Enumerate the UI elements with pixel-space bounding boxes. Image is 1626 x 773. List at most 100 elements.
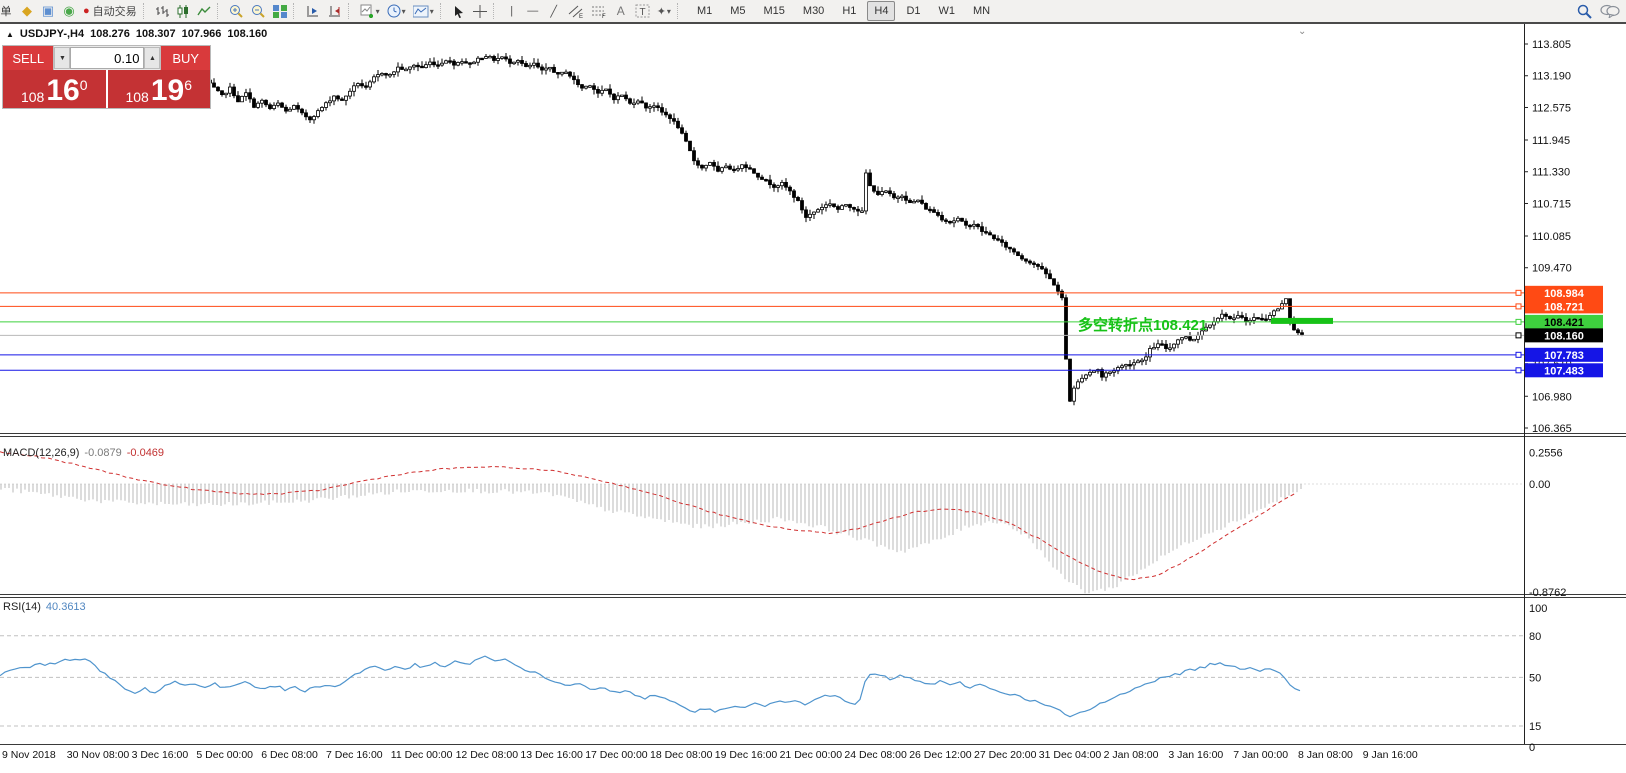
svg-text:21 Dec 00:00: 21 Dec 00:00 xyxy=(780,749,843,761)
macd-main-value: -0.0879 xyxy=(84,447,121,459)
collapse-triangle-icon[interactable]: ▲ xyxy=(6,30,14,39)
vertical-line-icon: | xyxy=(510,5,513,17)
timeframe-mn[interactable]: MN xyxy=(966,1,997,21)
text-button[interactable]: A xyxy=(611,2,631,20)
indicators-dropdown[interactable]: ▾ xyxy=(410,2,437,20)
rsi-label: RSI(14)40.3613 xyxy=(3,601,86,613)
candlestick-icon xyxy=(176,5,190,18)
svg-text:15: 15 xyxy=(1529,721,1541,733)
gold-diamond-icon: ◆ xyxy=(22,3,32,19)
timeframe-h4[interactable]: H4 xyxy=(867,1,895,21)
toolbar-separator xyxy=(440,3,446,19)
timeframe-m30[interactable]: M30 xyxy=(796,1,831,21)
one-click-trading-panel: SELL ▼ ▲ BUY 108160 108196 xyxy=(2,45,211,109)
autotrade-button[interactable]: ● 自动交易 xyxy=(80,2,140,20)
autoscroll-button[interactable] xyxy=(302,2,323,20)
candlestick-chart-button[interactable] xyxy=(173,2,193,20)
arrows-dropdown[interactable]: ✦ ▾ xyxy=(654,2,674,20)
vertical-line-button[interactable]: | xyxy=(502,2,522,20)
new-chart-dropdown[interactable]: ▾ xyxy=(357,2,383,20)
svg-text:18 Dec 08:00: 18 Dec 08:00 xyxy=(650,749,713,761)
text-label-icon: T xyxy=(635,4,650,18)
timeframe-m15[interactable]: M15 xyxy=(757,1,792,21)
sell-price-display[interactable]: 108160 xyxy=(3,70,106,108)
fibonacci-button[interactable]: F xyxy=(588,2,610,20)
svg-text:111.945: 111.945 xyxy=(1532,135,1570,147)
svg-text:27 Dec 20:00: 27 Dec 20:00 xyxy=(974,749,1037,761)
svg-text:12 Dec 08:00: 12 Dec 08:00 xyxy=(456,749,519,761)
channel-button[interactable]: E xyxy=(565,2,587,20)
chart-window: 113.805113.190112.575111.945111.330110.7… xyxy=(0,24,1626,773)
svg-text:17 Dec 00:00: 17 Dec 00:00 xyxy=(585,749,648,761)
buy-price-display[interactable]: 108196 xyxy=(108,70,211,108)
toolbar-separator xyxy=(677,3,683,19)
svg-text:7 Dec 16:00: 7 Dec 16:00 xyxy=(326,749,383,761)
ohlc-close: 108.160 xyxy=(227,28,267,40)
svg-text:100: 100 xyxy=(1529,603,1547,615)
buy-button[interactable]: BUY xyxy=(160,46,210,70)
zoom-in-icon xyxy=(229,4,244,18)
cursor-button[interactable] xyxy=(449,2,469,20)
svg-text:24 Dec 08:00: 24 Dec 08:00 xyxy=(844,749,907,761)
timeframe-d1[interactable]: D1 xyxy=(899,1,927,21)
timeframe-bar: M1M5M15M30H1H4D1W1MN xyxy=(690,1,997,21)
buy-price-base: 108 xyxy=(125,90,148,104)
chevron-down-icon[interactable]: ⌄ xyxy=(1298,26,1306,37)
mobile-icon: ▣ xyxy=(42,3,54,19)
volume-increase-button[interactable]: ▲ xyxy=(144,47,160,69)
svg-text:108.160: 108.160 xyxy=(1544,330,1584,342)
crosshair-button[interactable] xyxy=(470,2,490,20)
zoom-out-button[interactable] xyxy=(248,2,269,20)
channel-icon: E xyxy=(568,5,584,18)
timeframe-w1[interactable]: W1 xyxy=(932,1,963,21)
search-icon[interactable] xyxy=(1577,4,1592,19)
chart-area[interactable]: 113.805113.190112.575111.945111.330110.7… xyxy=(0,24,1626,773)
chart-shift-icon xyxy=(327,5,342,18)
svg-text:3 Dec 16:00: 3 Dec 16:00 xyxy=(132,749,189,761)
tile-windows-button[interactable] xyxy=(270,2,290,20)
svg-text:110.085: 110.085 xyxy=(1532,231,1571,243)
toolbar-separator xyxy=(217,3,223,19)
macd-label: MACD(12,26,9)-0.0879-0.0469 xyxy=(3,447,164,459)
line-chart-button[interactable] xyxy=(194,2,214,20)
text-label-button[interactable]: T xyxy=(632,2,653,20)
svg-text:F: F xyxy=(602,14,606,18)
horizontal-line-button[interactable]: — xyxy=(523,2,543,20)
svg-text:111.330: 111.330 xyxy=(1532,167,1570,179)
svg-text:0.00: 0.00 xyxy=(1529,479,1550,491)
new-order-button[interactable]: 单 xyxy=(0,2,16,20)
toolbar-separator xyxy=(143,3,149,19)
periods-dropdown[interactable]: ▾ xyxy=(384,2,409,20)
signal-button[interactable]: ◉ xyxy=(59,2,79,20)
svg-text:6 Dec 08:00: 6 Dec 08:00 xyxy=(261,749,318,761)
mobile-trading-button[interactable]: ▣ xyxy=(38,2,58,20)
svg-text:80: 80 xyxy=(1529,631,1541,643)
turning-point-annotation: 多空转折点108.421 xyxy=(1078,314,1207,335)
svg-text:106.365: 106.365 xyxy=(1532,423,1572,435)
trendline-icon: ╱ xyxy=(550,5,557,18)
ohlc-low: 107.966 xyxy=(182,28,222,40)
sell-button[interactable]: SELL xyxy=(3,46,54,70)
timeframe-m1[interactable]: M1 xyxy=(690,1,719,21)
clock-icon xyxy=(387,4,401,18)
volume-decrease-button[interactable]: ▼ xyxy=(54,47,70,69)
svg-text:7 Jan 00:00: 7 Jan 00:00 xyxy=(1233,749,1288,761)
autotrade-icon: ● xyxy=(83,5,90,17)
svg-text:9 Jan 16:00: 9 Jan 16:00 xyxy=(1363,749,1418,761)
chat-icon[interactable] xyxy=(1600,4,1620,18)
sell-price-base: 108 xyxy=(21,90,44,104)
svg-text:19 Dec 16:00: 19 Dec 16:00 xyxy=(715,749,778,761)
chart-shift-button[interactable] xyxy=(324,2,345,20)
bar-chart-button[interactable] xyxy=(152,2,172,20)
volume-input[interactable] xyxy=(70,47,144,69)
trendline-button[interactable]: ╱ xyxy=(544,2,564,20)
zoom-out-icon xyxy=(251,4,266,18)
chart-profile-button[interactable]: ◆ xyxy=(17,2,37,20)
timeframe-h1[interactable]: H1 xyxy=(835,1,863,21)
zoom-in-button[interactable] xyxy=(226,2,247,20)
signal-icon: ◉ xyxy=(63,3,74,19)
timeframe-m5[interactable]: M5 xyxy=(723,1,752,21)
svg-text:113.190: 113.190 xyxy=(1532,71,1571,83)
autotrade-label: 自动交易 xyxy=(93,3,137,19)
symbol-label: USDJPY-,H4 xyxy=(20,28,84,40)
